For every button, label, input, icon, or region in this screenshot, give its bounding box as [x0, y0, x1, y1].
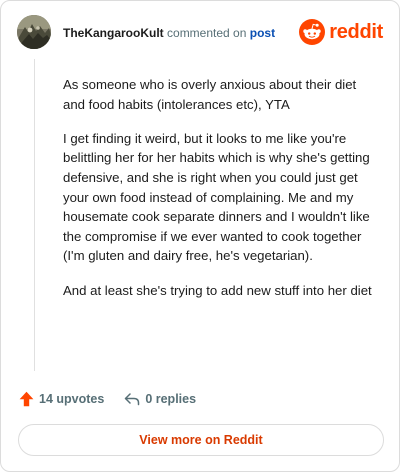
comment-paragraph: I get finding it weird, but it looks to … [63, 130, 370, 264]
commented-on-text: commented on [167, 26, 247, 40]
comment-actions: 14 upvotes 0 replies [19, 389, 196, 409]
post-link[interactable]: post [250, 26, 275, 40]
reply-arrow-icon [125, 393, 140, 406]
upvote-count: 14 upvotes [39, 392, 105, 406]
comment-byline: TheKangarooKult commented on post [63, 26, 275, 40]
thread-line [34, 59, 35, 371]
user-avatar[interactable] [17, 15, 51, 49]
reddit-snoo-icon [299, 19, 326, 45]
comment-embed-card: TheKangarooKult commented on post reddit… [0, 0, 400, 472]
reddit-wordmark: reddit [329, 20, 383, 43]
comment-paragraph: And at least she's trying to add new stu… [63, 282, 372, 298]
reply-count: 0 replies [145, 392, 197, 406]
upvote-arrow-icon [19, 391, 34, 407]
reddit-logo[interactable]: reddit [299, 17, 383, 47]
comment-paragraph: As someone who is overly anxious about t… [63, 77, 357, 112]
view-more-button[interactable]: View more on Reddit [18, 424, 384, 456]
reply-button[interactable]: 0 replies [124, 392, 196, 406]
avatar-image [17, 15, 51, 49]
upvote-button[interactable]: 14 upvotes [19, 391, 104, 407]
username-link[interactable]: TheKangarooKult [63, 26, 164, 40]
comment-header: TheKangarooKult commented on post reddit [17, 15, 383, 51]
comment-body: As someone who is overly anxious about t… [63, 75, 379, 315]
